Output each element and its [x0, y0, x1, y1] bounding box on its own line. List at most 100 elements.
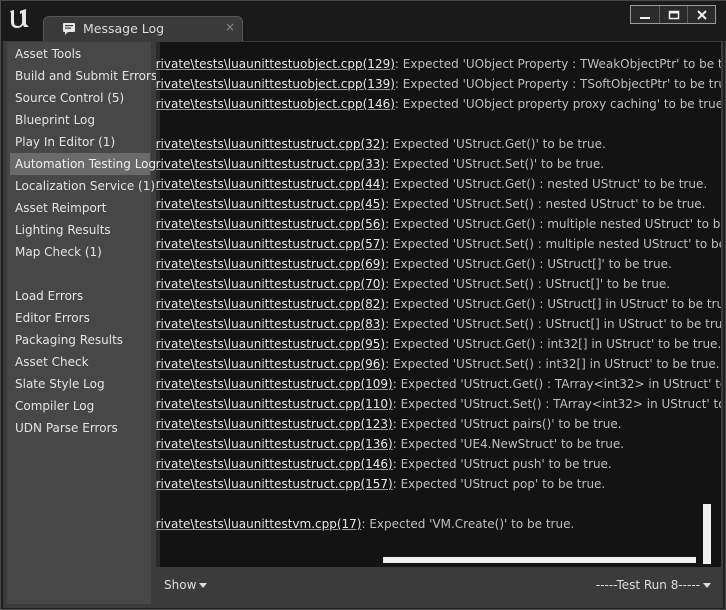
sidebar-item-udn-parse-errors[interactable]: UDN Parse Errors — [10, 417, 150, 439]
log-message: : Expected 'VM.Create()' to be true. — [361, 517, 575, 531]
log-source-link[interactable]: private\tests\luaunittestuobject.cpp(129… — [156, 57, 395, 71]
sidebar-item-asset-check[interactable]: Asset Check — [10, 351, 150, 373]
sidebar-item-lighting-results[interactable]: Lighting Results — [10, 219, 150, 241]
unreal-engine-logo-icon — [10, 9, 29, 28]
sidebar-item-editor-errors[interactable]: Editor Errors — [10, 307, 150, 329]
log-category-sidebar: Asset Tools Build and Submit Errors Sour… — [7, 42, 157, 604]
log-source-link[interactable]: private\tests\luaunittestustruct.cpp(69) — [156, 257, 385, 271]
log-line: private\tests\luaunittestustruct.cpp(109… — [156, 374, 721, 394]
log-source-link[interactable]: private\tests\luaunittestustruct.cpp(110… — [156, 397, 393, 411]
sidebar-item-asset-reimport[interactable]: Asset Reimport — [10, 197, 150, 219]
close-icon — [696, 9, 707, 20]
log-line: private\tests\luaunittestustruct.cpp(69)… — [156, 254, 672, 274]
horizontal-scrollbar-thumb[interactable] — [383, 557, 696, 563]
sidebar-item-compiler-log[interactable]: Compiler Log — [10, 395, 150, 417]
sidebar-item-automation-testing-log[interactable]: Automation Testing Log — [10, 153, 156, 175]
vertical-scrollbar-thumb[interactable] — [703, 504, 711, 564]
chevron-down-icon — [199, 583, 208, 588]
log-footer-bar: Show -----Test Run 8----- — [156, 567, 721, 605]
log-line: private\tests\luaunittestuobject.cpp(146… — [156, 94, 721, 114]
sidebar-item-load-errors[interactable]: Load Errors — [10, 285, 150, 307]
log-message: : Expected 'UStruct.Set() : UStruct[] in… — [385, 317, 721, 331]
log-source-link[interactable]: private\tests\luaunittestustruct.cpp(109… — [156, 377, 393, 391]
message-log-window: Message Log × Asset Tools Build and Subm… — [0, 0, 726, 610]
log-message: : Expected 'UObject Property : TWeakObje… — [394, 57, 721, 71]
log-line: private\tests\luaunittestvm.cpp(17): Exp… — [156, 514, 574, 534]
log-message: : Expected 'UObject property proxy cachi… — [394, 97, 721, 111]
sidebar-item-play-in-editor[interactable]: Play In Editor (1) — [10, 131, 150, 153]
log-source-link[interactable]: private\tests\luaunittestuobject.cpp(139… — [156, 77, 395, 91]
log-source-link[interactable]: private\tests\luaunittestustruct.cpp(45) — [156, 197, 385, 211]
log-line: private\tests\luaunittestustruct.cpp(70)… — [156, 274, 670, 294]
log-line: private\tests\luaunittestuobject.cpp(139… — [156, 74, 721, 94]
log-message: : Expected 'UStruct.Get() : UStruct[]' t… — [385, 257, 672, 271]
log-message: : Expected 'UE4.NewStruct' to be true. — [392, 437, 625, 451]
log-message: : Expected 'UStruct.Get() : int32[] in U… — [385, 337, 721, 351]
sidebar-item-map-check[interactable]: Map Check (1) — [10, 241, 150, 263]
log-source-link[interactable]: private\tests\luaunittestuobject.cpp(146… — [156, 97, 395, 111]
log-line: private\tests\luaunittestustruct.cpp(123… — [156, 414, 622, 434]
log-line: private\tests\luaunittestustruct.cpp(44)… — [156, 174, 707, 194]
log-source-link[interactable]: private\tests\luaunittestustruct.cpp(136… — [156, 437, 393, 451]
show-filter-dropdown[interactable]: Show — [164, 578, 208, 592]
log-source-link[interactable]: private\tests\luaunittestustruct.cpp(83) — [156, 317, 385, 331]
log-source-link[interactable]: private\tests\luaunittestustruct.cpp(82) — [156, 297, 385, 311]
log-output-panel[interactable]: private\tests\luaunittestuobject.cpp(129… — [156, 42, 721, 567]
log-line: private\tests\luaunittestustruct.cpp(83)… — [156, 314, 721, 334]
log-message: : Expected 'UStruct.Set() : TArray<int32… — [392, 397, 721, 411]
sidebar-item-source-control[interactable]: Source Control (5) — [10, 87, 150, 109]
log-message: : Expected 'UStruct.Set() : int32[] in U… — [385, 357, 720, 371]
log-source-link[interactable]: private\tests\luaunittestustruct.cpp(32) — [156, 137, 385, 151]
log-line: private\tests\luaunittestustruct.cpp(157… — [156, 474, 605, 494]
log-message: : Expected 'UObject Property : TSoftObje… — [394, 77, 721, 91]
show-filter-label: Show — [164, 578, 197, 592]
tab-title: Message Log — [83, 21, 165, 36]
tab-close-button[interactable]: × — [225, 20, 235, 34]
content-area: Asset Tools Build and Submit Errors Sour… — [3, 41, 723, 608]
sidebar-item-blueprint-log[interactable]: Blueprint Log — [10, 109, 150, 131]
log-source-link[interactable]: private\tests\luaunittestustruct.cpp(57) — [156, 237, 385, 251]
maximize-button[interactable] — [659, 6, 687, 23]
log-line: private\tests\luaunittestustruct.cpp(45)… — [156, 194, 706, 214]
log-source-link[interactable]: private\tests\luaunittestustruct.cpp(96) — [156, 357, 385, 371]
log-source-link[interactable]: private\tests\luaunittestustruct.cpp(70) — [156, 277, 385, 291]
log-line: private\tests\luaunittestustruct.cpp(33)… — [156, 154, 604, 174]
log-line: private\tests\luaunittestustruct.cpp(96)… — [156, 354, 720, 374]
tab-message-log[interactable]: Message Log × — [43, 16, 243, 41]
log-line: private\tests\luaunittestustruct.cpp(82)… — [156, 294, 721, 314]
log-source-link[interactable]: private\tests\luaunittestustruct.cpp(44) — [156, 177, 385, 191]
log-message: : Expected 'UStruct.Set()' to be true. — [385, 157, 605, 171]
log-line: private\tests\luaunittestustruct.cpp(146… — [156, 454, 612, 474]
log-line: private\tests\luaunittestustruct.cpp(32)… — [156, 134, 606, 154]
sidebar-item-localization-service[interactable]: Localization Service (1) — [10, 175, 155, 197]
message-log-icon — [63, 23, 75, 35]
log-message: : Expected 'UStruct pairs()' to be true. — [392, 417, 622, 431]
sidebar-item-build-and-submit-errors[interactable]: Build and Submit Errors — [10, 65, 157, 87]
log-line: private\tests\luaunittestustruct.cpp(136… — [156, 434, 624, 454]
log-source-link[interactable]: private\tests\luaunittestustruct.cpp(123… — [156, 417, 393, 431]
log-source-link[interactable]: private\tests\luaunittestustruct.cpp(33) — [156, 157, 385, 171]
sidebar-item-slate-style-log[interactable]: Slate Style Log — [10, 373, 150, 395]
log-message: : Expected 'UStruct.Get() : UStruct[] in… — [385, 297, 721, 311]
sidebar-item-packaging-results[interactable]: Packaging Results — [10, 329, 150, 351]
sidebar-item-asset-tools[interactable]: Asset Tools — [10, 43, 150, 65]
log-message: : Expected 'UStruct.Set() : UStruct[]' t… — [385, 277, 671, 291]
minimize-button[interactable] — [631, 6, 659, 23]
test-run-label: -----Test Run 8----- — [595, 578, 700, 592]
log-source-link[interactable]: private\tests\luaunittestustruct.cpp(95) — [156, 337, 385, 351]
close-window-button[interactable] — [687, 6, 715, 23]
log-message: : Expected 'UStruct.Set() : multiple nes… — [385, 237, 721, 251]
log-source-link[interactable]: private\tests\luaunittestustruct.cpp(157… — [156, 477, 393, 491]
title-bar[interactable]: Message Log × — [1, 1, 726, 41]
log-line: private\tests\luaunittestustruct.cpp(95)… — [156, 334, 721, 354]
log-source-link[interactable]: private\tests\luaunittestustruct.cpp(146… — [156, 457, 393, 471]
log-line: private\tests\luaunittestuobject.cpp(129… — [156, 54, 721, 74]
log-line: private\tests\luaunittestustruct.cpp(56)… — [156, 214, 721, 234]
log-message: : Expected 'UStruct.Get()' to be true. — [385, 137, 606, 151]
log-line: private\tests\luaunittestustruct.cpp(57)… — [156, 234, 721, 254]
log-source-link[interactable]: private\tests\luaunittestvm.cpp(17) — [156, 517, 361, 531]
log-line: private\tests\luaunittestustruct.cpp(110… — [156, 394, 721, 414]
test-run-selector[interactable]: -----Test Run 8----- — [596, 578, 711, 592]
log-message: : Expected 'UStruct push' to be true. — [392, 457, 612, 471]
log-source-link[interactable]: private\tests\luaunittestustruct.cpp(56) — [156, 217, 385, 231]
